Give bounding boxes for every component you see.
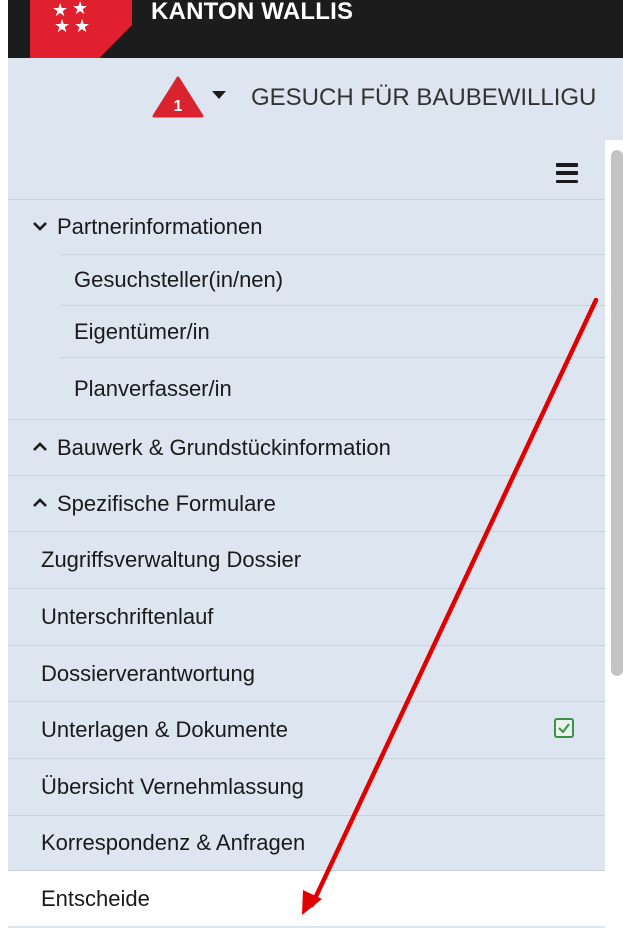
sidebar-item-unterlagen[interactable]: Unterlagen & Dokumente [8,701,605,758]
sidebar-item-label: Zugriffsverwaltung Dossier [41,547,302,572]
sidebar-item-label: Planverfasser/in [74,375,232,401]
chevron-down-icon [33,218,47,236]
checkbox-checked-icon [554,718,574,738]
sidebar-item-eigentuemer[interactable]: Eigentümer/in [60,305,605,357]
scrollbar-thumb[interactable] [611,150,623,676]
chevron-up-icon [33,495,47,513]
sidebar-item-label: Unterlagen & Dokumente [41,717,289,742]
sidebar-item-gesuchsteller[interactable]: Gesuchsteller(in/nen) [60,254,605,305]
form-title: GESUCH FÜR BAUBEWILLIGU [251,84,597,111]
sidebar-item-label: Gesuchsteller(in/nen) [74,267,284,292]
chevron-up-icon [33,439,47,457]
sidebar-item-entscheide[interactable]: Entscheide [8,870,605,926]
badge-count: 1 [174,98,183,115]
sidebar-item-partnerinformationen[interactable]: Partnerinformationen [8,199,605,254]
sidebar-item-label: Spezifische Formulare [57,490,276,516]
svg-text:★: ★ [74,16,90,37]
app-title: KANTON WALLIS [151,0,354,25]
warning-badge-icon[interactable]: 1 [152,76,204,118]
sidebar-item-korrespondenz[interactable]: Korrespondenz & Anfragen [8,815,605,870]
chevron-down-icon[interactable] [212,91,226,99]
hamburger-menu-icon[interactable] [556,163,578,183]
sidebar-item-label: Unterschriftenlauf [41,604,214,629]
sidebar-item-dossierverantwortung[interactable]: Dossierverantwortung [8,645,605,701]
sidebar-item-label: Eigentümer/in [74,318,210,344]
sidebar-item-label: Bauwerk & Grundstückinformation [57,434,391,460]
sidebar-item-planverfasser[interactable]: Planverfasser/in [60,357,605,419]
sidebar-item-label: Korrespondenz & Anfragen [41,830,306,855]
sidebar-item-label: Übersicht Vernehmlassung [41,774,304,799]
sidebar-item-label: Dossierverantwortung [41,660,255,686]
svg-text:★: ★ [54,16,70,37]
sidebar-item-unterschriftenlauf[interactable]: Unterschriftenlauf [8,588,605,645]
sidebar-item-label: Partnerinformationen [57,214,263,239]
sidebar-item-bauwerk[interactable]: Bauwerk & Grundstückinformation [8,419,605,475]
sidebar-item-label: Entscheide [41,885,150,911]
sidebar-item-zugriffsverwaltung[interactable]: Zugriffsverwaltung Dossier [8,531,605,588]
sidebar-item-vernehmlassung[interactable]: Übersicht Vernehmlassung [8,758,605,815]
sidebar-item-spezifische-formulare[interactable]: Spezifische Formulare [8,475,605,531]
